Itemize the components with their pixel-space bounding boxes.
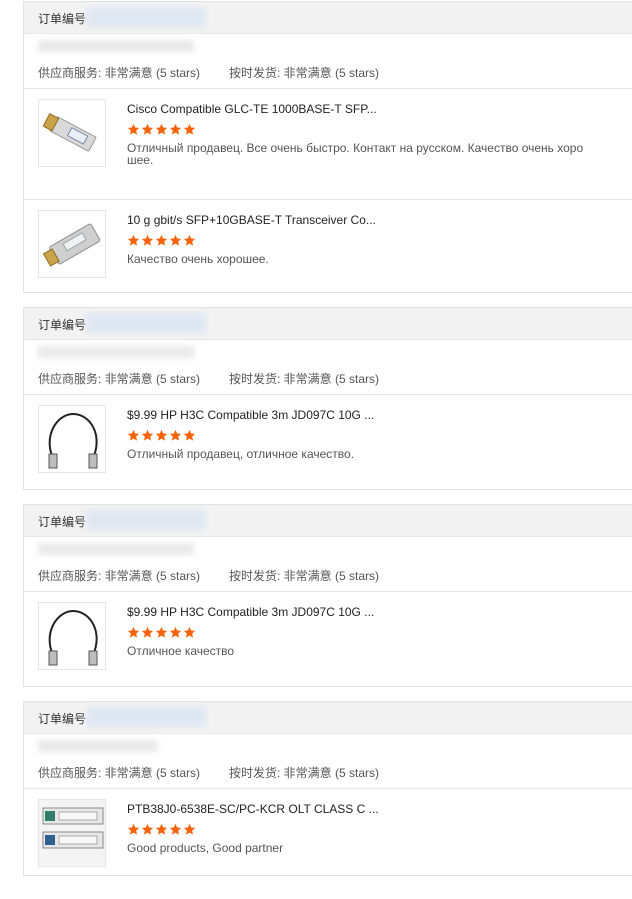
star-icon [169, 626, 182, 638]
shipping-rating: 按时发货: 非常满意 (5 stars) [229, 766, 380, 780]
order-number-label: 订单编号 [38, 515, 87, 529]
review-text: Отличный продавец, отличное качество. [127, 447, 355, 461]
order-card: 订单编号 供应商服务: 非常满意 (5 stars) 按时发货: 非常满意 (5… [23, 1, 632, 293]
product-title-link[interactable]: $9.99 HP H3C Compatible 3m JD097C 10G ..… [127, 408, 374, 422]
star-icon [127, 823, 140, 835]
star-icon [155, 234, 168, 246]
star-icon [127, 234, 140, 246]
star-icon [169, 123, 182, 135]
review-text: Качество очень хорошее. [127, 252, 269, 266]
order-meta: 供应商服务: 非常满意 (5 stars) 按时发货: 非常满意 (5 star… [24, 34, 632, 89]
order-meta: 供应商服务: 非常满意 (5 stars) 按时发货: 非常满意 (5 star… [24, 340, 632, 395]
product-title-link[interactable]: 10 g gbit/s SFP+10GBASE-T Transceiver Co… [127, 213, 376, 227]
review-text: Отличное качество [127, 644, 235, 658]
product-title-link[interactable]: PTB38J0-6538E-SC/PC-KCR OLT CLASS C ... [127, 802, 379, 816]
star-icon [169, 429, 182, 441]
order-date-redacted [38, 740, 158, 752]
order-number-redacted [86, 707, 206, 727]
star-icon [141, 123, 154, 135]
star-rating [127, 626, 197, 639]
shipping-rating: 按时发货: 非常满意 (5 stars) [229, 569, 380, 583]
star-icon [183, 626, 196, 638]
star-icon [169, 234, 182, 246]
sfp-plus-module-icon[interactable] [38, 210, 106, 278]
supplier-service-rating: 供应商服务: 非常满意 (5 stars) [38, 66, 201, 80]
supplier-service-rating: 供应商服务: 非常满意 (5 stars) [38, 569, 201, 583]
order-item: $9.99 HP H3C Compatible 3m JD097C 10G ..… [24, 592, 632, 702]
order-date-redacted [38, 543, 194, 555]
star-icon [155, 823, 168, 835]
star-rating [127, 123, 197, 136]
star-icon [141, 823, 154, 835]
order-meta: 供应商服务: 非常满意 (5 stars) 按时发货: 非常满意 (5 star… [24, 734, 632, 789]
star-icon [141, 626, 154, 638]
order-item: $9.99 HP H3C Compatible 3m JD097C 10G ..… [24, 395, 632, 505]
star-icon [155, 429, 168, 441]
order-date-redacted [38, 40, 194, 52]
order-item: 10 g gbit/s SFP+10GBASE-T Transceiver Co… [24, 200, 632, 310]
star-rating [127, 234, 197, 247]
order-number-redacted [86, 510, 206, 530]
order-number-redacted [86, 7, 206, 27]
order-item: Cisco Compatible GLC-TE 1000BASE-T SFP..… [24, 89, 632, 200]
star-icon [127, 123, 140, 135]
dac-cable-icon[interactable] [38, 602, 106, 670]
order-card: 订单编号 供应商服务: 非常满意 (5 stars) 按时发货: 非常满意 (5… [23, 504, 632, 687]
order-item: PTB38J0-6538E-SC/PC-KCR OLT CLASS C ... … [24, 789, 632, 899]
order-header: 订单编号 [24, 505, 632, 537]
order-card: 订单编号 供应商服务: 非常满意 (5 stars) 按时发货: 非常满意 (5… [23, 307, 632, 490]
shipping-rating: 按时发货: 非常满意 (5 stars) [229, 372, 380, 386]
order-number-redacted [86, 313, 206, 333]
olt-module-icon[interactable] [38, 799, 106, 867]
star-icon [127, 626, 140, 638]
supplier-service-rating: 供应商服务: 非常满意 (5 stars) [38, 372, 201, 386]
star-icon [183, 234, 196, 246]
star-icon [183, 429, 196, 441]
product-title-link[interactable]: Cisco Compatible GLC-TE 1000BASE-T SFP..… [127, 102, 377, 116]
star-icon [169, 823, 182, 835]
star-icon [183, 123, 196, 135]
review-text: Good products, Good partner [127, 841, 284, 855]
star-icon [155, 123, 168, 135]
order-meta: 供应商服务: 非常满意 (5 stars) 按时发货: 非常满意 (5 star… [24, 537, 632, 592]
sfp-copper-module-icon[interactable] [38, 99, 106, 167]
order-card: 订单编号 供应商服务: 非常满意 (5 stars) 按时发货: 非常满意 (5… [23, 701, 632, 876]
star-icon [155, 626, 168, 638]
product-title-link[interactable]: $9.99 HP H3C Compatible 3m JD097C 10G ..… [127, 605, 374, 619]
dac-cable-icon[interactable] [38, 405, 106, 473]
order-date-redacted [38, 346, 194, 358]
star-icon [127, 429, 140, 441]
shipping-rating: 按时发货: 非常满意 (5 stars) [229, 66, 380, 80]
star-rating [127, 429, 197, 442]
review-text: Отличный продавец. Все очень быстро. Кон… [127, 141, 584, 167]
star-rating [127, 823, 197, 836]
star-icon [141, 234, 154, 246]
order-number-label: 订单编号 [38, 318, 87, 332]
order-number-label: 订单编号 [38, 712, 87, 726]
star-icon [183, 823, 196, 835]
order-header: 订单编号 [24, 308, 632, 340]
order-number-label: 订单编号 [38, 12, 87, 26]
order-header: 订单编号 [24, 2, 632, 34]
supplier-service-rating: 供应商服务: 非常满意 (5 stars) [38, 766, 201, 780]
star-icon [141, 429, 154, 441]
order-header: 订单编号 [24, 702, 632, 734]
